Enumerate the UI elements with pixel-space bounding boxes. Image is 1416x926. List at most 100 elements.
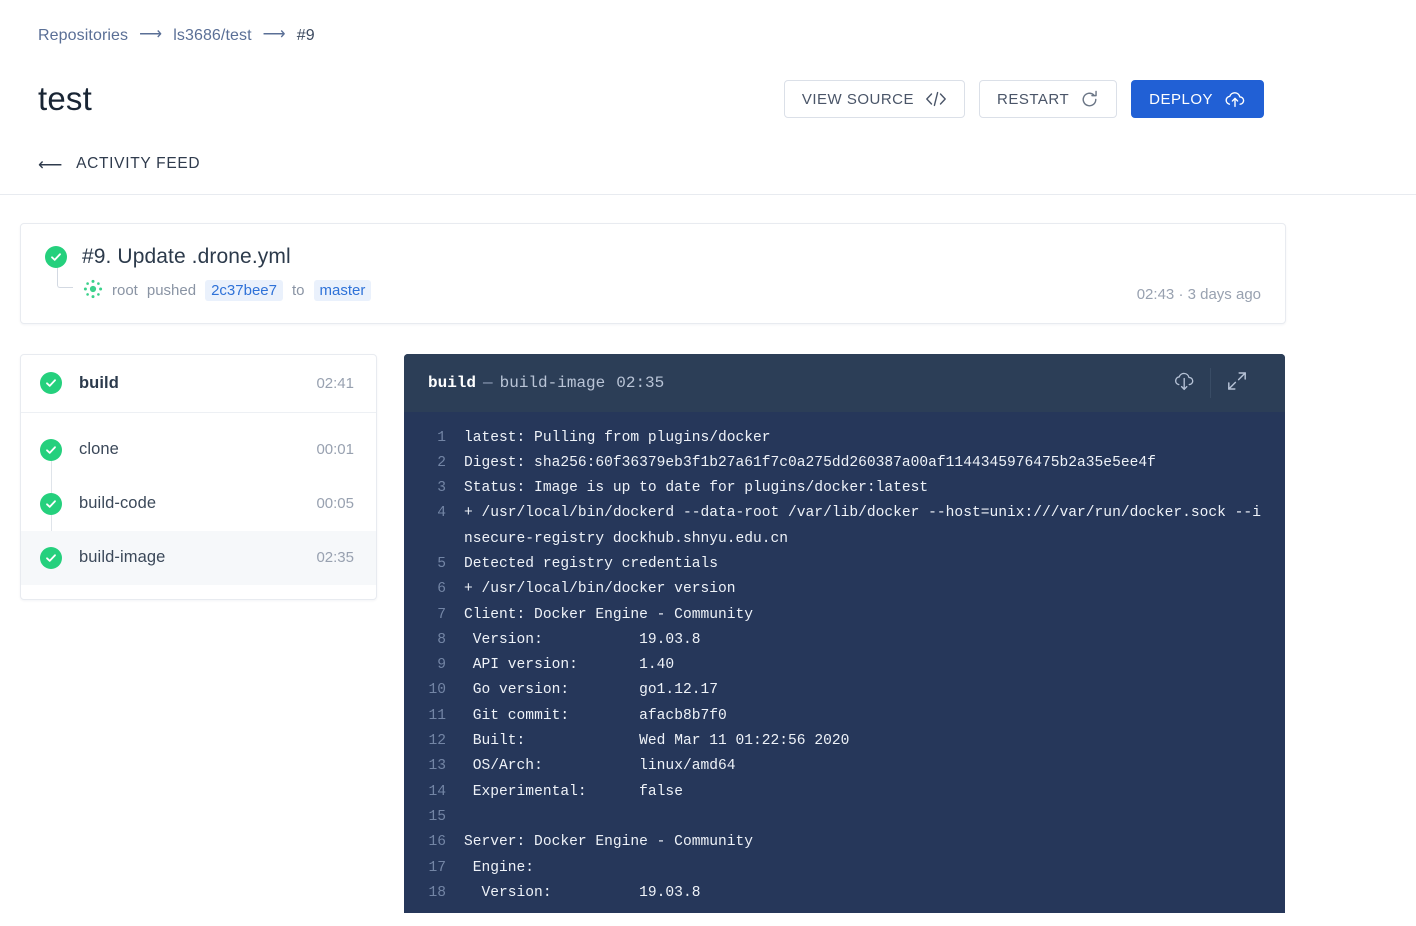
sidebar-item-build-code[interactable]: build-code 00:05 — [21, 477, 376, 531]
log-line-number: 6 — [437, 581, 446, 598]
refresh-icon — [1080, 90, 1099, 109]
build-commit-info: root pushed 2c37bee7 to master — [45, 265, 1261, 303]
build-timestamp: 02:43 · 3 days ago — [1137, 286, 1261, 303]
log-line-text: Engine: — [464, 859, 535, 876]
log-line-text: Experimental: false — [464, 783, 683, 800]
log-line: 11 Git commit: afacb8b7f0 — [404, 704, 1285, 729]
log-line: 4 + /usr/local/bin/dockerd --data-root /v… — [404, 501, 1285, 552]
log-line-number: 18 — [428, 884, 446, 901]
log-line: 3 Status: Image is up to date for plugins… — [404, 476, 1285, 501]
build-time: 02:43 — [1136, 285, 1175, 303]
pipeline-steps-panel: build 02:41 clone 00:01 build-code 00:05… — [20, 353, 377, 600]
log-line: 1 latest: Pulling from plugins/docker — [404, 426, 1285, 451]
activity-feed-label: ACTIVITY FEED — [76, 155, 201, 172]
log-line: 7 Client: Docker Engine - Community — [404, 603, 1285, 628]
restart-label: RESTART — [997, 90, 1070, 108]
log-console-header: build — build-image 02:35 — [404, 353, 1285, 412]
log-line-text: + /usr/local/bin/docker version — [464, 581, 736, 598]
deploy-button[interactable]: DEPLOY — [1131, 80, 1264, 118]
build-title: #9. Update .drone.yml — [82, 244, 291, 268]
log-line-number: 15 — [428, 808, 446, 825]
commit-sha[interactable]: 2c37bee7 — [205, 280, 283, 301]
log-line-text: Go version: go1.12.17 — [464, 682, 718, 699]
sidebar-item-clone[interactable]: clone 00:01 — [21, 423, 376, 477]
sidebar-item-build-image[interactable]: build-image 02:35 — [21, 530, 376, 585]
header-actions: VIEW SOURCE RESTART DEPLOY — [783, 80, 1264, 118]
pipeline-step-list: clone 00:01 build-code 00:05 build-image… — [21, 413, 376, 599]
log-line-text: latest: Pulling from plugins/docker — [464, 429, 771, 446]
log-line-text: Built: Wed Mar 11 01:22:56 2020 — [464, 733, 850, 750]
log-line: 12 Built: Wed Mar 11 01:22:56 2020 — [404, 729, 1285, 754]
log-line-number: 16 — [428, 834, 446, 851]
step-duration: 00:01 — [316, 441, 354, 458]
log-line-number: 13 — [428, 758, 446, 775]
restart-button[interactable]: RESTART — [979, 80, 1118, 118]
breadcrumb-item-repositories[interactable]: Repositories — [38, 27, 128, 45]
code-icon — [925, 91, 947, 107]
cloud-download-icon — [1172, 370, 1197, 395]
page-header: test VIEW SOURCE RESTART DEPLOY — [0, 75, 1416, 123]
log-line-text: Server: Docker Engine - Community — [464, 834, 754, 851]
log-stage-name: build — [428, 373, 477, 392]
activity-feed-row: ⟵ ACTIVITY FEED — [0, 155, 1416, 195]
cloud-upload-icon — [1224, 90, 1246, 108]
breadcrumb-item-build-number: #9 — [296, 27, 315, 44]
commit-author: root — [112, 282, 138, 299]
log-line-number: 5 — [437, 555, 446, 572]
log-line-number: 14 — [428, 783, 446, 800]
step-status-icon-wrap — [40, 492, 62, 515]
log-line: 18 Version: 19.03.8 — [404, 881, 1285, 906]
pipeline-stage-build[interactable]: build 02:41 — [21, 355, 376, 413]
log-line: 2 Digest: sha256:60f36379eb3f1b27a61f7c0a… — [404, 451, 1285, 476]
log-console-tools — [1158, 363, 1263, 403]
log-output[interactable]: 1 latest: Pulling from plugins/docker 2 Dig… — [404, 412, 1285, 907]
status-success-icon — [45, 245, 67, 268]
time-separator: · — [1178, 285, 1184, 303]
commit-branch[interactable]: master — [313, 280, 372, 301]
log-step-name: build-image — [499, 373, 606, 392]
log-step-duration: 02:35 — [616, 373, 665, 392]
log-line-text: Version: 19.03.8 — [464, 631, 701, 648]
commit-preposition: to — [291, 282, 305, 299]
arrow-left-icon: ⟵ — [38, 154, 64, 174]
stage-duration: 02:41 — [316, 374, 354, 392]
log-line-number: 9 — [437, 657, 446, 674]
log-line-text: Git commit: afacb8b7f0 — [464, 707, 727, 724]
expand-logs-button[interactable] — [1211, 363, 1263, 403]
log-line-text: Status: Image is up to date for plugins/… — [464, 480, 929, 497]
tree-connector — [57, 265, 73, 288]
back-to-activity-feed-link[interactable]: ⟵ ACTIVITY FEED — [38, 155, 200, 173]
breadcrumb-item-repo[interactable]: ls3686/test — [173, 27, 251, 45]
breadcrumb-arrow-icon: ⟶ — [262, 26, 286, 43]
log-line-number: 17 — [428, 859, 446, 876]
status-success-icon — [40, 492, 62, 515]
log-line: 13 OS/Arch: linux/amd64 — [404, 754, 1285, 779]
log-line-text: Detected registry credentials — [464, 555, 718, 572]
log-line-number: 11 — [428, 707, 446, 724]
download-logs-button[interactable] — [1158, 363, 1210, 403]
commit-node-icon — [83, 279, 103, 303]
breadcrumb: Repositories ⟶ ls3686/test ⟶ #9 — [0, 0, 1416, 45]
log-line: 5 Detected registry credentials — [404, 552, 1285, 577]
build-page: Repositories ⟶ ls3686/test ⟶ #9 test VIE… — [0, 0, 1416, 926]
log-line-text: Digest: sha256:60f36379eb3f1b27a61f7c0a2… — [464, 454, 1156, 471]
log-line: 8 Version: 19.03.8 — [404, 628, 1285, 653]
log-line-number: 1 — [437, 429, 446, 446]
stage-label: build — [79, 373, 119, 392]
log-line-text: Version: 19.03.8 — [464, 884, 701, 901]
view-source-label: VIEW SOURCE — [801, 90, 915, 108]
build-detail-layout: build 02:41 clone 00:01 build-code 00:05… — [20, 353, 1285, 913]
view-source-button[interactable]: VIEW SOURCE — [783, 80, 966, 118]
build-summary-card[interactable]: #9. Update .drone.yml root pushed 2c37be… — [20, 222, 1286, 324]
log-line-number: 12 — [428, 733, 446, 750]
build-summary-heading: #9. Update .drone.yml — [45, 245, 1261, 269]
step-label: build-image — [79, 548, 166, 566]
page-title: test — [38, 80, 92, 117]
log-line: 9 API version: 1.40 — [404, 653, 1285, 678]
step-duration: 02:35 — [316, 549, 354, 566]
log-line: 14 Experimental: false — [404, 780, 1285, 805]
log-line-number: 3 — [437, 480, 446, 497]
step-label: clone — [79, 440, 119, 458]
status-success-icon — [40, 372, 62, 394]
step-status-icon-wrap — [40, 546, 62, 569]
